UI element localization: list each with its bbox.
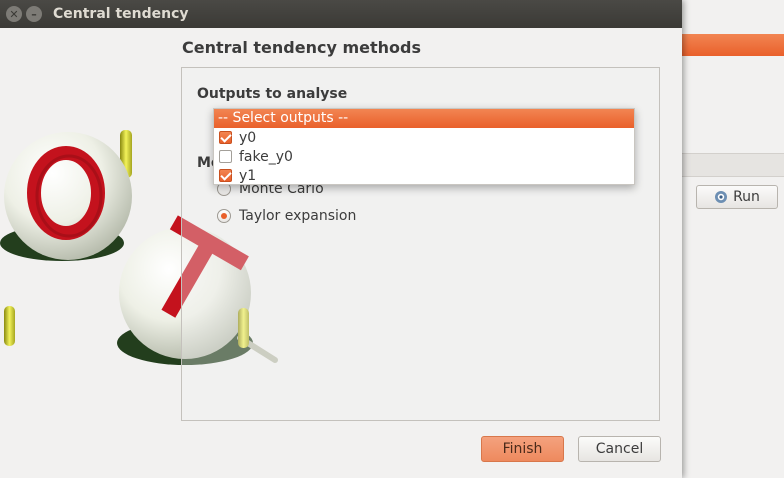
method-taylor-expansion[interactable]: Taylor expansion bbox=[217, 208, 356, 224]
output-label-y0: y0 bbox=[239, 129, 257, 146]
background-separator bbox=[682, 153, 784, 177]
output-item-y1[interactable]: y1 bbox=[214, 166, 634, 185]
outputs-label: Outputs to analyse bbox=[197, 86, 348, 102]
method-label-taylor-expansion: Taylor expansion bbox=[239, 208, 357, 224]
outputs-dropdown-popup: -- Select outputs -- y0 fake_y0 y1 bbox=[213, 108, 635, 185]
output-label-y1: y1 bbox=[239, 167, 257, 184]
run-label: Run bbox=[733, 189, 760, 205]
gear-icon bbox=[715, 191, 728, 203]
select-outputs-header[interactable]: -- Select outputs -- bbox=[214, 109, 634, 128]
output-label-fake-y0: fake_y0 bbox=[239, 148, 293, 165]
title-bar: ✕ – Central tendency bbox=[0, 0, 682, 28]
close-icon[interactable]: ✕ bbox=[6, 6, 22, 22]
finish-button[interactable]: Finish bbox=[481, 436, 564, 462]
minimize-icon[interactable]: – bbox=[26, 6, 42, 22]
radio-taylor-expansion[interactable] bbox=[217, 209, 231, 223]
page-heading: Central tendency methods bbox=[182, 38, 421, 57]
background-selection-bar bbox=[682, 34, 784, 56]
background-window bbox=[682, 0, 784, 478]
central-tendency-dialog: ✕ – Central tendency Central tendency me… bbox=[0, 0, 682, 478]
checkbox-fake-y0[interactable] bbox=[219, 150, 232, 163]
checkbox-y1[interactable] bbox=[219, 169, 232, 182]
cancel-button[interactable]: Cancel bbox=[578, 436, 661, 462]
window-title: Central tendency bbox=[53, 6, 189, 22]
output-item-fake-y0[interactable]: fake_y0 bbox=[214, 147, 634, 166]
checkbox-y0[interactable] bbox=[219, 131, 232, 144]
run-button[interactable]: Run bbox=[696, 185, 778, 209]
output-item-y0[interactable]: y0 bbox=[214, 128, 634, 147]
